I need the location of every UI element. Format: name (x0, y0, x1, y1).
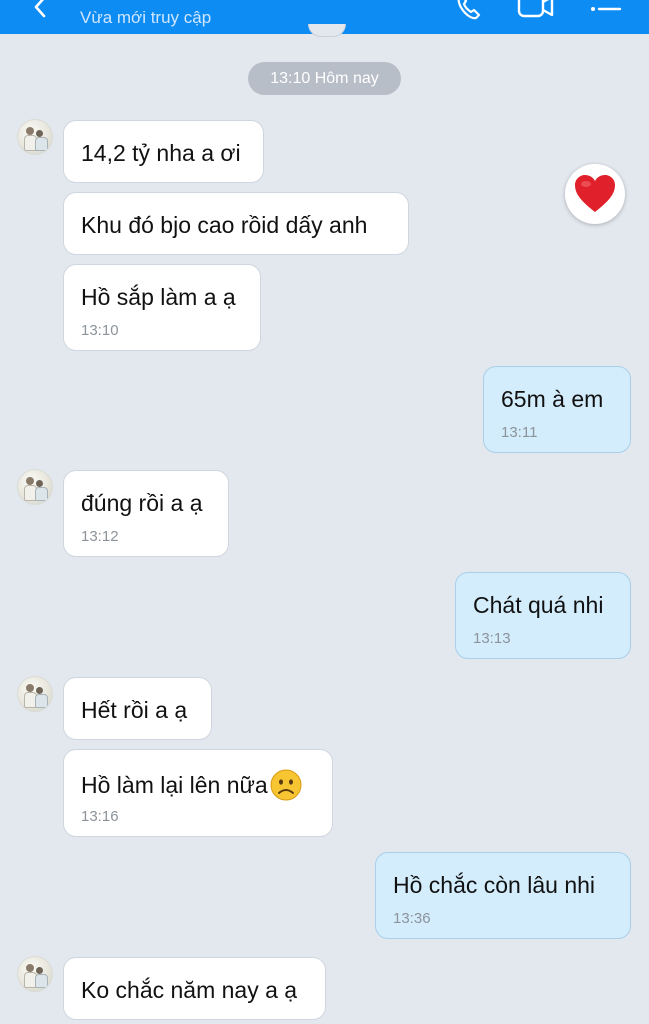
message-bubble-incoming[interactable]: Hồ sắp làm a ạ 13:10 (63, 264, 261, 351)
message-timestamp: 13:13 (473, 630, 511, 647)
message-bubble-outgoing[interactable]: Chát quá nhi 13:13 (455, 572, 631, 659)
frowning-face-emoji (270, 769, 302, 801)
message-text: Ko chắc năm nay a ạ (81, 977, 298, 1003)
contact-avatar[interactable] (17, 676, 53, 712)
message-timestamp: 13:10 (81, 322, 119, 339)
message-text: 14,2 tỷ nha a ơi (81, 140, 241, 166)
message-text: đúng rồi a ạ (81, 490, 203, 516)
message-timestamp: 13:12 (81, 528, 119, 545)
message-timestamp: 13:11 (501, 424, 538, 441)
contact-avatar[interactable] (17, 956, 53, 992)
message-text: Hồ sắp làm a ạ (81, 284, 236, 310)
message-text: Hồ làm lại lên nữa (81, 769, 302, 801)
message-bubble-incoming[interactable]: 14,2 tỷ nha a ơi (63, 120, 264, 183)
message-timestamp: 13:16 (81, 808, 119, 825)
message-text: Hết rồi a ạ (81, 697, 188, 723)
contact-avatar[interactable] (17, 119, 53, 155)
heart-icon (575, 175, 615, 212)
message-text: Khu đó bjo cao rồid dấy anh (81, 212, 368, 238)
video-call-icon[interactable] (516, 0, 556, 24)
message-bubble-incoming[interactable]: Hết rồi a ạ (63, 677, 212, 740)
phone-icon[interactable] (452, 0, 486, 24)
message-bubble-outgoing[interactable]: Hồ chắc còn lâu nhi 13:36 (375, 852, 631, 939)
contact-status: Vừa mới truy cập (80, 8, 212, 27)
message-bubble-incoming[interactable]: Hồ làm lại lên nữa 13:16 (63, 749, 333, 837)
message-timestamp: 13:36 (393, 910, 431, 927)
date-separator: 13:10 Hôm nay (248, 62, 401, 95)
menu-list-icon[interactable] (588, 0, 624, 24)
scroll-indicator (308, 24, 346, 37)
message-bubble-incoming[interactable]: Khu đó bjo cao rồid dấy anh (63, 192, 409, 255)
message-text: 65m à em (501, 386, 604, 412)
message-bubble-outgoing[interactable]: 65m à em 13:11 (483, 366, 631, 453)
message-text: Hồ chắc còn lâu nhi (393, 872, 596, 898)
message-text: Chát quá nhi (473, 592, 604, 618)
back-arrow-icon[interactable] (30, 0, 52, 18)
contact-avatar[interactable] (17, 469, 53, 505)
message-bubble-incoming[interactable]: Ko chắc năm nay a ạ (63, 957, 326, 1020)
reaction-badge[interactable] (565, 164, 625, 224)
message-bubble-incoming[interactable]: đúng rồi a ạ 13:12 (63, 470, 229, 557)
